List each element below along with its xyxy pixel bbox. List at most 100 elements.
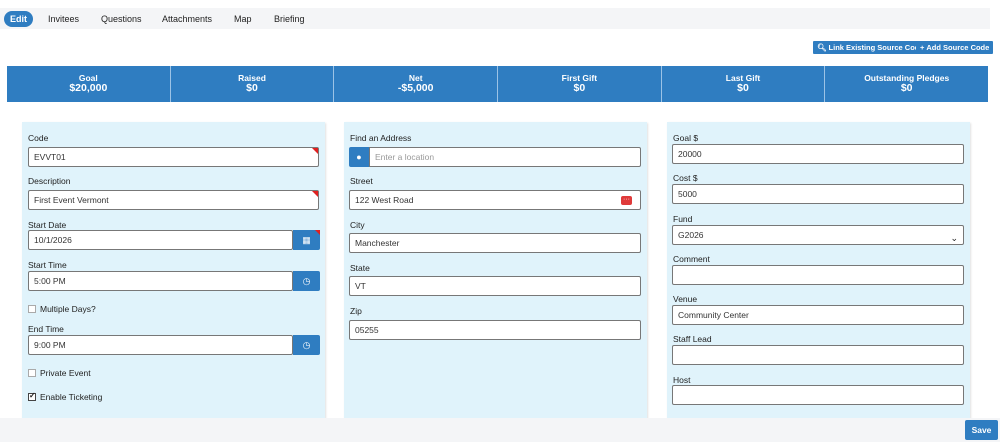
clock-icon: ◷ [302, 276, 311, 286]
zip-field[interactable]: 05255 [349, 320, 641, 340]
stat-value: $0 [246, 82, 258, 94]
start-date-field[interactable]: 10/1/2026 [28, 230, 293, 250]
cost-value: 5000 [678, 189, 697, 199]
save-button[interactable]: Save [965, 420, 998, 440]
staff-lead-label: Staff Lead [673, 334, 712, 344]
add-source-code-label: Add Source Code [926, 43, 990, 52]
venue-field[interactable]: Community Center [672, 305, 964, 325]
enable-ticketing-checkbox[interactable]: Enable Ticketing [28, 391, 103, 402]
city-label: City [350, 220, 365, 230]
start-time-button[interactable]: ◷ [293, 271, 320, 291]
link-source-code-label: Link Existing Source Code [828, 43, 924, 52]
goal-value: 20000 [678, 149, 702, 159]
find-address-label: Find an Address [350, 133, 412, 143]
tab-edit[interactable]: Edit [4, 11, 33, 27]
description-field[interactable]: First Event Vermont [28, 190, 319, 210]
start-time-field[interactable]: 5:00 PM [28, 271, 293, 291]
stat-outstanding-pledges: Outstanding Pledges $0 [825, 66, 988, 102]
find-address-input[interactable]: Enter a location [369, 147, 641, 167]
city-field[interactable]: Manchester [349, 233, 641, 253]
code-label: Code [28, 133, 49, 143]
checkbox-box [28, 305, 36, 313]
location-pin-icon: ● [349, 147, 369, 167]
tab-map[interactable]: Map [234, 11, 252, 27]
find-address-placeholder: Enter a location [375, 152, 435, 162]
tab-attachments[interactable]: Attachments [162, 11, 212, 27]
required-marker [312, 148, 318, 154]
chevron-down-icon: ⌄ [950, 233, 958, 243]
address-panel: Find an Address ● Enter a location Stree… [344, 122, 647, 422]
plus-icon: + [920, 43, 925, 52]
fund-select[interactable]: G2026 ⌄ [672, 225, 964, 245]
required-marker [315, 230, 320, 235]
street-field[interactable]: 122 West Road ··· [349, 190, 641, 210]
add-source-code-button[interactable]: + Add Source Code [916, 41, 994, 54]
zip-value: 05255 [355, 325, 379, 335]
goal-field[interactable]: 20000 [672, 144, 964, 164]
stat-first-gift: First Gift $0 [498, 66, 662, 102]
stat-net: Net -$5,000 [334, 66, 499, 102]
stats-bar: Goal $20,000 Raised $0 Net -$5,000 First Gi… [7, 66, 988, 102]
required-marker [312, 191, 318, 197]
tab-questions[interactable]: Questions [101, 11, 142, 27]
checkbox-box [28, 369, 36, 377]
stat-value: $0 [900, 82, 913, 94]
venue-value: Community Center [678, 310, 749, 320]
state-value: VT [355, 281, 366, 291]
start-time-label: Start Time [28, 260, 67, 270]
host-label: Host [673, 375, 691, 385]
comment-label: Comment [673, 254, 710, 264]
start-date-value: 10/1/2026 [34, 235, 72, 245]
enable-ticketing-label: Enable Ticketing [40, 392, 103, 402]
street-value: 122 West Road [355, 195, 414, 205]
tab-briefing[interactable]: Briefing [274, 11, 305, 27]
stat-last-gift: Last Gift $0 [662, 66, 826, 102]
stat-value: $0 [573, 82, 586, 94]
stat-raised: Raised $0 [171, 66, 335, 102]
checkbox-box-checked [28, 391, 36, 401]
multiple-days-label: Multiple Days? [40, 304, 96, 314]
financials-panel: Goal $ 20000 Cost $ 5000 Fund G2026 ⌄ Com… [667, 122, 970, 422]
footer-bar [0, 418, 1000, 442]
tab-bar: Edit Invitees Questions Attachments Map … [0, 8, 990, 29]
code-value: EVVT01 [34, 152, 66, 162]
calendar-button[interactable]: ▦ [293, 230, 320, 250]
stat-value: -$5,000 [397, 82, 434, 94]
description-label: Description [28, 176, 71, 186]
cost-label: Cost $ [673, 173, 698, 183]
stat-value: $0 [737, 82, 749, 94]
end-time-label: End Time [28, 324, 64, 334]
state-field[interactable]: VT [349, 276, 641, 296]
stat-goal: Goal $20,000 [7, 66, 171, 102]
street-label: Street [350, 176, 373, 186]
host-field[interactable] [672, 385, 964, 405]
end-time-value: 9:00 PM [34, 340, 66, 350]
multiple-days-checkbox[interactable]: Multiple Days? [28, 304, 96, 314]
start-date-label: Start Date [28, 220, 67, 230]
city-value: Manchester [355, 238, 400, 248]
fund-label: Fund [673, 214, 693, 224]
state-label: State [350, 263, 370, 273]
search-icon: 🔍︎ [817, 43, 827, 52]
stat-value: $20,000 [69, 82, 108, 94]
venue-label: Venue [673, 294, 698, 304]
goal-label: Goal $ [673, 133, 699, 143]
staff-lead-field[interactable] [672, 345, 964, 365]
cost-field[interactable]: 5000 [672, 184, 964, 204]
event-details-panel: Code EVVT01 Description First Event Verm… [22, 122, 325, 422]
description-value: First Event Vermont [34, 195, 109, 205]
end-time-button[interactable]: ◷ [293, 335, 320, 355]
autofill-icon[interactable]: ··· [621, 196, 632, 205]
calendar-icon: ▦ [302, 235, 311, 245]
end-time-field[interactable]: 9:00 PM [28, 335, 293, 355]
clock-icon: ◷ [302, 340, 311, 350]
private-event-checkbox[interactable]: Private Event [28, 368, 91, 378]
comment-field[interactable] [672, 265, 964, 285]
code-field[interactable]: EVVT01 [28, 147, 319, 167]
start-time-value: 5:00 PM [34, 276, 66, 286]
zip-label: Zip [350, 306, 362, 316]
link-source-code-button[interactable]: 🔍︎ Link Existing Source Code [813, 41, 928, 54]
tab-invitees[interactable]: Invitees [48, 11, 79, 27]
private-event-label: Private Event [40, 368, 91, 378]
fund-value: G2026 [678, 230, 704, 240]
